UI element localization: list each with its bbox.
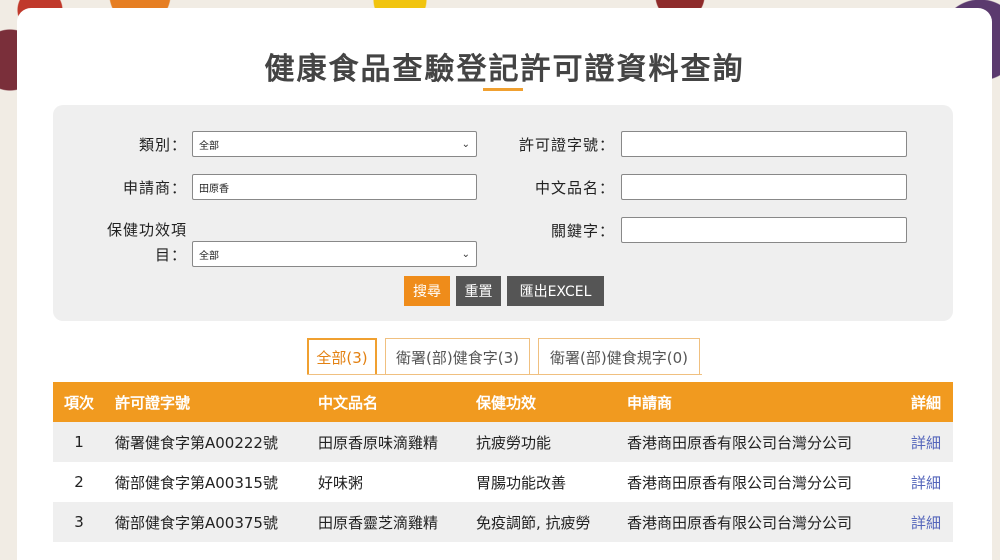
header-detail: 詳細	[911, 393, 942, 412]
detail-link[interactable]: 詳細	[911, 422, 941, 462]
row-function: 抗疲勞功能	[476, 433, 552, 452]
row-applicant: 香港商田原香有限公司台灣分公司	[627, 513, 853, 532]
row-license: 衛署健食字第A00222號	[115, 433, 278, 452]
license-input[interactable]	[621, 131, 907, 157]
license-label: 許可證字號：	[518, 136, 615, 154]
row-index: 3	[74, 513, 84, 531]
row-name: 田原香原味滴雞精	[318, 433, 439, 452]
health-function-value: 全部	[199, 250, 219, 262]
tab-health-food[interactable]: 衛署(部)健食字(3)	[385, 338, 530, 375]
header-license: 許可證字號	[115, 393, 191, 412]
health-function-select[interactable]: 全部 ⌄	[192, 241, 477, 267]
cname-input[interactable]	[621, 174, 907, 200]
detail-link[interactable]: 詳細	[911, 462, 941, 502]
row-index: 1	[74, 433, 84, 451]
chevron-down-icon: ⌄	[461, 138, 470, 150]
keyword-label: 關鍵字：	[550, 222, 615, 240]
table-row: 2 衛部健食字第A00315號 好味粥 胃腸功能改善 香港商田原香有限公司台灣分…	[53, 462, 953, 502]
health-label-line2: 目：	[154, 246, 187, 264]
table-header: 項次 許可證字號 中文品名 保健功效 申請商 詳細	[53, 382, 953, 422]
row-function: 胃腸功能改善	[476, 473, 567, 492]
main-card: 健康食品查驗登記許可證資料查詢 類別： 全部 ⌄ 許可證字號： 申請商： 田原香…	[17, 8, 992, 560]
tab-health-food-standard[interactable]: 衛署(部)健食規字(0)	[538, 338, 700, 375]
header-name: 中文品名	[318, 393, 379, 412]
header-function: 保健功效	[476, 393, 537, 412]
header-applicant: 申請商	[627, 393, 673, 412]
row-name: 田原香靈芝滴雞精	[318, 513, 439, 532]
row-function: 免疫調節, 抗疲勞	[476, 513, 591, 532]
category-label: 類別：	[138, 136, 187, 154]
detail-link[interactable]: 詳細	[911, 502, 941, 542]
applicant-label: 申請商：	[122, 179, 187, 197]
health-label-line1: 保健功效項	[106, 221, 187, 239]
tab-all[interactable]: 全部(3)	[307, 338, 377, 375]
category-value: 全部	[199, 140, 219, 152]
row-license: 衛部健食字第A00375號	[115, 513, 278, 532]
table-row: 1 衛署健食字第A00222號 田原香原味滴雞精 抗疲勞功能 香港商田原香有限公…	[53, 422, 953, 462]
keyword-input[interactable]	[621, 217, 907, 243]
category-select[interactable]: 全部 ⌄	[192, 131, 477, 157]
export-excel-button[interactable]: 匯出EXCEL	[507, 276, 604, 306]
header-index: 項次	[63, 393, 94, 412]
tab-underline	[307, 374, 702, 375]
title-underline	[483, 88, 523, 91]
applicant-input[interactable]: 田原香	[192, 174, 477, 200]
table-row: 3 衛部健食字第A00375號 田原香靈芝滴雞精 免疫調節, 抗疲勞 香港商田原…	[53, 502, 953, 542]
search-button[interactable]: 搜尋	[404, 276, 450, 306]
row-applicant: 香港商田原香有限公司台灣分公司	[627, 433, 853, 452]
row-applicant: 香港商田原香有限公司台灣分公司	[627, 473, 853, 492]
cname-label: 中文品名：	[534, 179, 615, 197]
row-index: 2	[74, 473, 84, 491]
reset-button[interactable]: 重置	[456, 276, 501, 306]
row-name: 好味粥	[318, 473, 364, 492]
row-license: 衛部健食字第A00315號	[115, 473, 278, 492]
page-title: 健康食品查驗登記許可證資料查詢	[264, 52, 745, 87]
chevron-down-icon: ⌄	[461, 248, 470, 260]
